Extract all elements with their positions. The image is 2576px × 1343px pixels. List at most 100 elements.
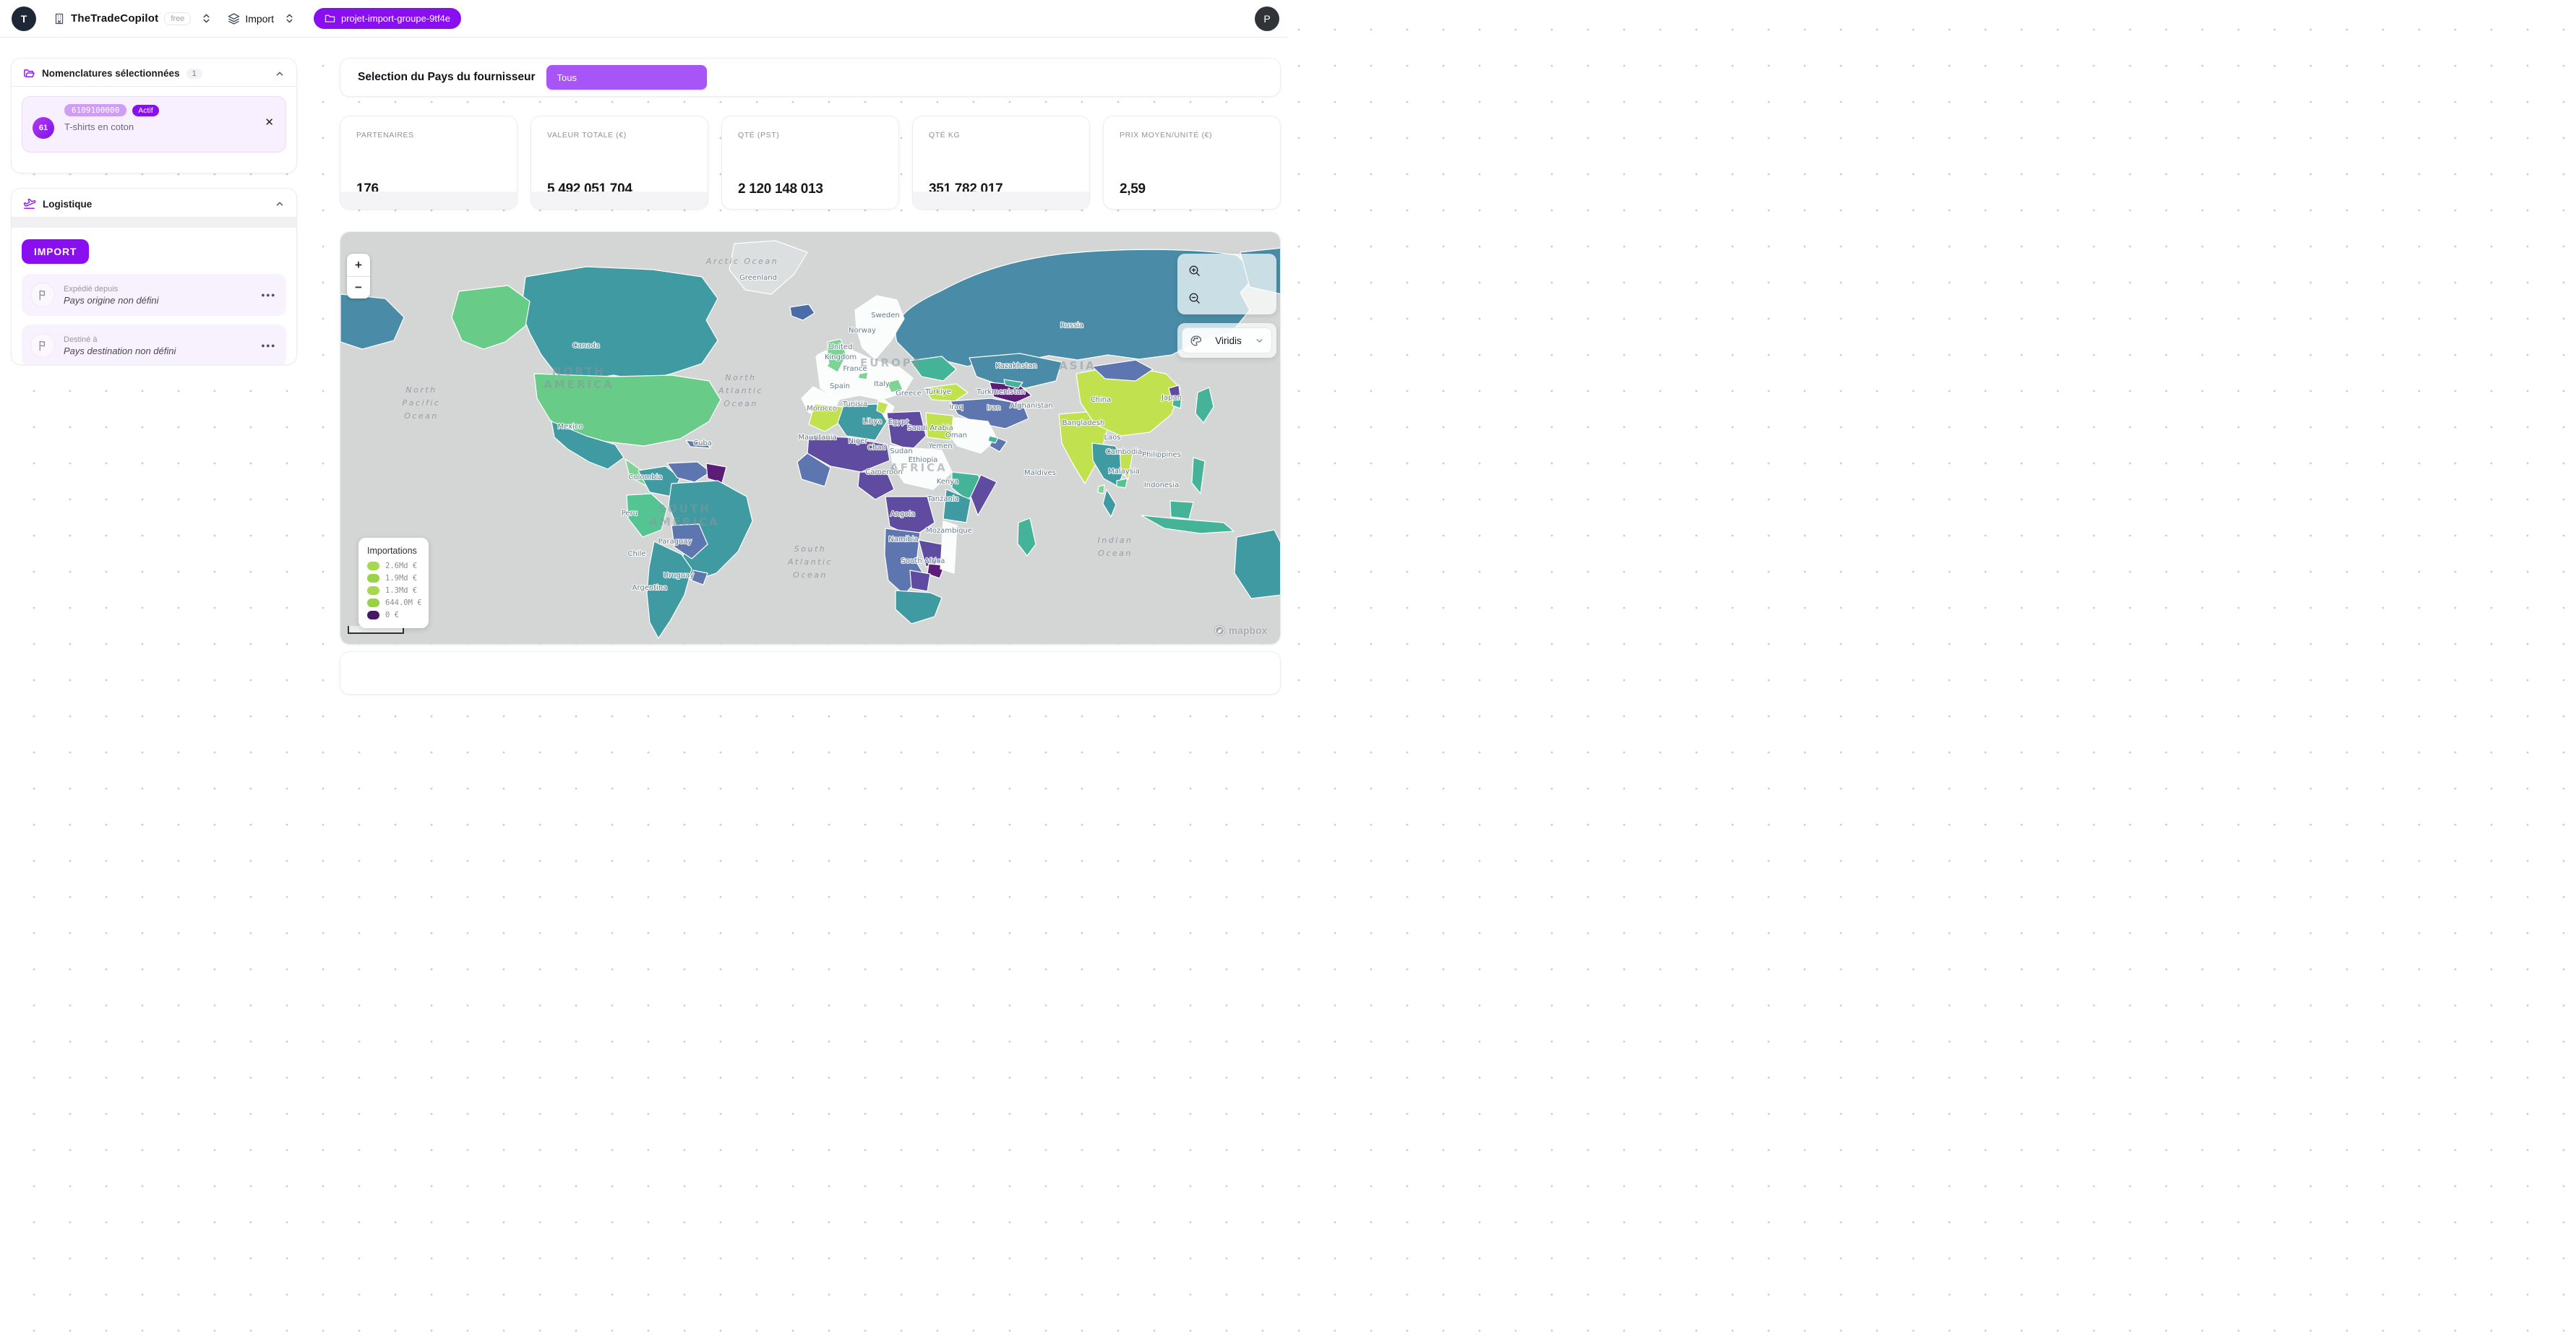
map-label-arctic-ocean: Arctic Ocean	[705, 257, 778, 266]
origin-label: Expédié depuis	[64, 285, 159, 293]
kpi-value: 2 120 148 013	[738, 181, 823, 197]
legend-item: 1.3Md €	[367, 586, 420, 595]
origin-row[interactable]: Expédié depuis Pays origine non défini ●…	[22, 274, 286, 316]
map-label-malaysia: Malaysia	[1108, 468, 1140, 476]
map-label-angola: Angola	[890, 510, 916, 518]
map-label-libya: Libya	[863, 418, 883, 426]
map-label-chad: Chad	[867, 444, 886, 452]
app-logo-initial: T	[21, 13, 27, 25]
zoom-out-magnifier-icon	[1188, 292, 1201, 304]
status-badge: Actif	[132, 105, 158, 116]
map-label-tunisia: Tunisia	[842, 400, 867, 408]
map-label-ocean: Ocean	[724, 399, 758, 408]
destination-row[interactable]: Destiné à Pays destination non défini ●●…	[22, 325, 286, 365]
legend-label: 0 €	[385, 611, 399, 619]
map-label-south-africa: South Africa	[901, 557, 945, 565]
project-button-label: projet-import-groupe-9tf4e	[341, 13, 450, 24]
map-label-chile: Chile	[627, 550, 645, 558]
magnifier-plus-button[interactable]	[1185, 261, 1203, 280]
map-label-philippines: Philippines	[1142, 451, 1181, 459]
next-section-card	[340, 651, 1281, 695]
project-button[interactable]: projet-import-groupe-9tf4e	[314, 8, 461, 29]
legend-item: 0 €	[367, 611, 420, 619]
legend-label: 644.0M €	[385, 598, 422, 607]
map-zoom-out-button[interactable]: −	[347, 277, 370, 299]
remove-nomenclature-button[interactable]: ✕	[265, 117, 274, 128]
map-label-north: NORTH	[552, 365, 606, 378]
legend-swatch	[367, 611, 379, 619]
magnifier-minus-button[interactable]	[1185, 288, 1203, 307]
map-label-asia: ASIA	[1059, 359, 1096, 372]
folder-open-icon	[23, 68, 35, 79]
map-label-niger: Niger	[849, 437, 869, 445]
palette-select[interactable]: Viridis	[1182, 327, 1272, 353]
map-label-ocean: Ocean	[404, 411, 439, 421]
map-label-france: France	[843, 365, 867, 373]
map-label-tanzania: Tanzania	[927, 495, 959, 503]
map-label-mozambique: Mozambique	[926, 527, 972, 535]
map-label-south: South	[794, 544, 826, 554]
map-nav-control: + −	[347, 254, 370, 299]
palette-icon	[1190, 335, 1202, 347]
supplier-filter-label: Selection du Pays du fournisseur	[358, 71, 535, 84]
mapbox-wordmark: mapbox	[1229, 625, 1268, 636]
kpi-card: VALEUR TOTALE (€) 5 492 051 704	[531, 116, 708, 210]
map-label-indonesia: Indonesia	[1144, 481, 1179, 489]
chevrons-up-down-icon	[284, 13, 295, 24]
collapse-chevron-up-icon[interactable]	[275, 69, 285, 79]
world-map-card: Arctic OceanGreenlandNorthPacificOceanNo…	[340, 231, 1281, 645]
legend-swatch	[367, 586, 379, 595]
map-label-ethiopia: Ethiopia	[909, 456, 938, 464]
nomenclatures-header[interactable]: Nomenclatures sélectionnées 1	[12, 59, 296, 86]
map-label-greenland: Greenland	[739, 274, 777, 282]
map-label-italy: Italy	[874, 380, 890, 388]
map-label-oman: Oman	[945, 432, 967, 439]
map-label-mexico: Mexico	[558, 423, 583, 431]
destination-menu-button[interactable]: ●●●	[261, 342, 276, 349]
kpi-card: QTÉ KG 351 782 017	[912, 116, 1090, 210]
map-label-sudan: Sudan	[890, 447, 913, 455]
map-label-maldives: Maldives	[1024, 469, 1056, 477]
origin-menu-button[interactable]: ●●●	[261, 291, 276, 299]
chapter-number: 61	[39, 124, 48, 132]
map-label-south: SOUTH	[658, 502, 711, 515]
kpi-label: VALEUR TOTALE (€)	[547, 131, 627, 140]
destination-label: Destiné à	[64, 335, 176, 344]
world-map[interactable]: Arctic OceanGreenlandNorthPacificOceanNo…	[340, 232, 1281, 645]
flag-icon	[30, 333, 55, 358]
palette-select-value: Viridis	[1208, 335, 1248, 346]
map-label-colombia: Colombia	[629, 473, 663, 481]
collapse-chevron-up-icon[interactable]	[275, 199, 285, 209]
map-label-spain: Spain	[830, 382, 850, 390]
supplier-country-select[interactable]: Tous	[546, 65, 707, 90]
map-label-egypt: Egypt	[888, 419, 909, 426]
logistique-header[interactable]: Logistique	[12, 189, 296, 217]
map-label-europe: EUROPE	[860, 356, 922, 369]
map-label-north: North	[725, 373, 756, 382]
map-zoom-in-button[interactable]: +	[347, 254, 370, 276]
mapbox-attribution[interactable]: mapbox	[1214, 625, 1268, 637]
palette-panel: Viridis	[1177, 323, 1276, 358]
kpi-card: PRIX MOYEN/UNITÉ (€) 2,59	[1103, 116, 1281, 210]
workspace-switcher[interactable]	[201, 13, 212, 24]
map-zoom-panel	[1177, 254, 1276, 314]
divider	[12, 86, 296, 87]
map-label-mauritania: Mauritania	[798, 434, 836, 442]
flag-icon	[30, 283, 55, 307]
nomenclature-item[interactable]: 61 6109100000 Actif T-shirts en coton ✕	[22, 96, 286, 153]
map-label-argentina: Argentina	[632, 584, 668, 592]
project-switcher[interactable]	[284, 13, 295, 24]
kpi-footer-band	[531, 192, 708, 209]
map-label-norway: Norway	[849, 327, 876, 335]
import-mode-button[interactable]: IMPORT	[22, 239, 89, 264]
kpi-row: PARTENAIRES 176 VALEUR TOTALE (€) 5 492 …	[340, 116, 1281, 210]
top-navbar: T TheTradeCopilot free Import projet-imp…	[0, 0, 1288, 38]
nomenclatures-title: Nomenclatures sélectionnées	[42, 68, 180, 79]
app-selector[interactable]: Import	[228, 12, 274, 25]
destination-value: Pays destination non défini	[64, 346, 176, 356]
kpi-label: QTÉ (PST)	[738, 131, 779, 140]
zoom-in-magnifier-icon	[1188, 265, 1201, 277]
logistique-panel: Logistique IMPORT Expédié depuis Pays or…	[11, 188, 297, 365]
legend-swatch	[367, 598, 379, 607]
user-avatar[interactable]: P	[1255, 7, 1279, 31]
